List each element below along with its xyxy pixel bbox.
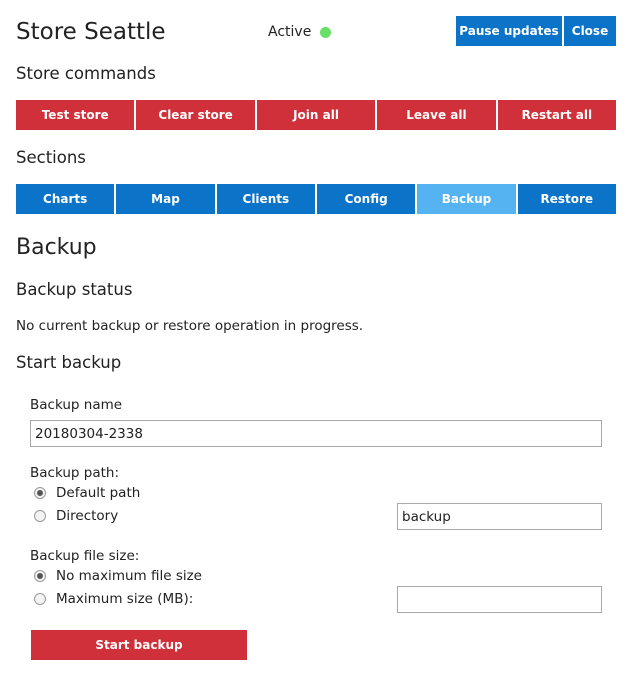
tab-clients[interactable]: Clients <box>216 184 315 214</box>
join-all-button[interactable]: Join all <box>256 100 376 130</box>
start-backup-heading: Start backup <box>16 353 122 372</box>
sections-heading: Sections <box>16 148 86 167</box>
tab-config[interactable]: Config <box>316 184 416 214</box>
store-commands-bar: Test store Clear store Join all Leave al… <box>16 100 617 130</box>
backup-file-size-label: Backup file size: <box>30 548 140 564</box>
backup-status-text: No current backup or restore operation i… <box>16 318 364 334</box>
no-max-size-option[interactable]: No maximum file size <box>34 566 202 586</box>
leave-all-button[interactable]: Leave all <box>377 100 496 130</box>
max-size-label: Maximum size (MB): <box>56 591 194 607</box>
no-max-size-label: No maximum file size <box>56 568 202 584</box>
tab-restore[interactable]: Restore <box>517 184 616 214</box>
default-path-label: Default path <box>56 485 141 501</box>
store-commands-heading: Store commands <box>16 64 156 83</box>
start-backup-button[interactable]: Start backup <box>31 630 247 660</box>
clear-store-button[interactable]: Clear store <box>136 100 255 130</box>
backup-name-input[interactable] <box>30 420 602 447</box>
backup-name-label: Backup name <box>30 397 123 413</box>
directory-label: Directory <box>56 508 119 524</box>
max-size-radio[interactable] <box>34 593 46 605</box>
tab-map[interactable]: Map <box>116 184 215 214</box>
status-dot-icon <box>320 26 332 38</box>
pause-updates-button[interactable]: Pause updates <box>456 16 562 46</box>
max-size-input[interactable] <box>397 586 602 613</box>
store-title: Store Seattle <box>16 19 166 45</box>
backup-path-label: Backup path: <box>30 465 120 481</box>
store-header: Store Seattle Active Pause updates Close <box>16 16 616 48</box>
test-store-button[interactable]: Test store <box>16 100 135 130</box>
max-size-option[interactable]: Maximum size (MB): <box>34 589 193 609</box>
tab-charts[interactable]: Charts <box>16 184 115 214</box>
restart-all-button[interactable]: Restart all <box>497 100 617 130</box>
directory-option[interactable]: Directory <box>34 506 118 526</box>
default-path-radio[interactable] <box>34 487 46 499</box>
close-button[interactable]: Close <box>564 16 616 46</box>
no-max-size-radio[interactable] <box>34 570 46 582</box>
directory-input[interactable] <box>397 503 602 530</box>
store-status: Active <box>268 16 332 48</box>
sections-tab-bar: Charts Map Clients Config Backup Restore <box>16 184 616 214</box>
status-text: Active <box>268 24 312 40</box>
default-path-option[interactable]: Default path <box>34 483 140 503</box>
page-title: Backup <box>16 235 97 260</box>
directory-radio[interactable] <box>34 510 46 522</box>
tab-backup[interactable]: Backup <box>417 184 516 214</box>
backup-status-heading: Backup status <box>16 280 133 299</box>
